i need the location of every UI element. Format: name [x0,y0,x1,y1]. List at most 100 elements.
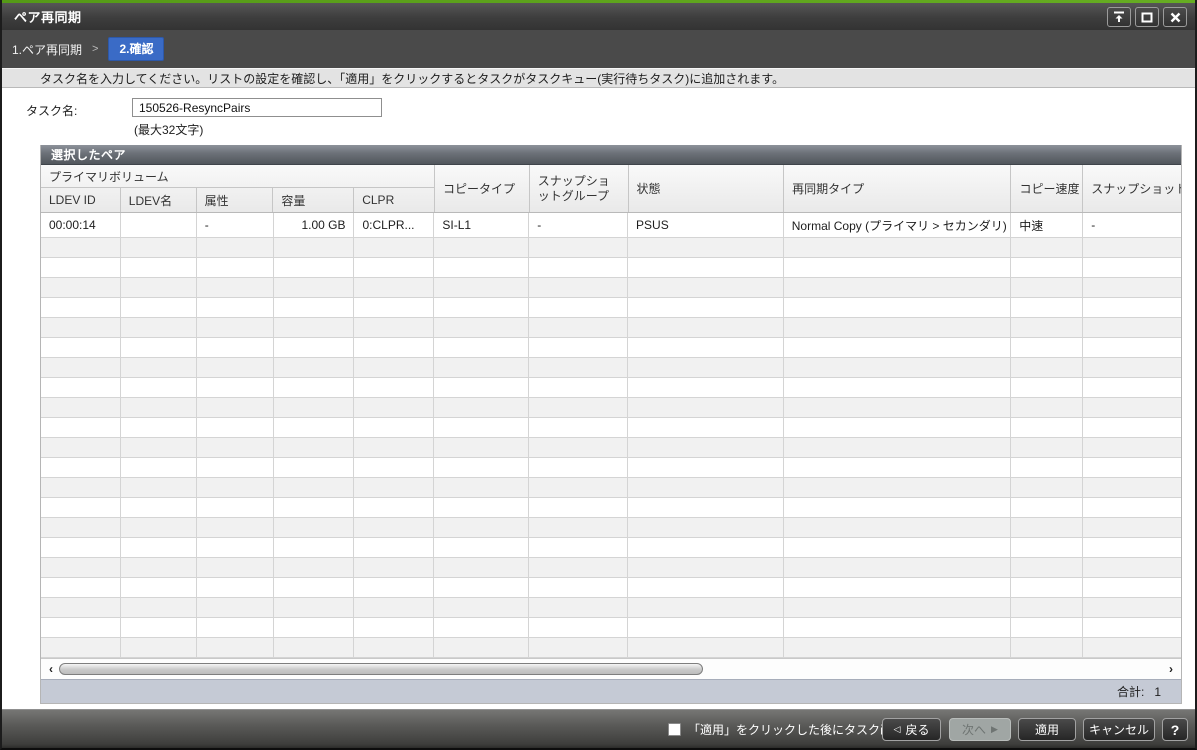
col-snapshot-group[interactable]: スナップショットグループ [530,165,629,212]
back-button-label: 戻る [905,721,929,738]
col-capacity[interactable]: 容量 [273,188,354,212]
table-cell [628,618,784,638]
col-resync-type[interactable]: 再同期タイプ [784,165,1011,212]
table-cell [41,538,121,558]
table-header: プライマリボリューム LDEV ID LDEV名 属性 容量 CLPR コピータ… [41,165,1181,212]
maximize-icon [1141,12,1153,23]
col-clpr[interactable]: CLPR [354,188,434,212]
table-cell [434,258,529,278]
table-cell [41,258,121,278]
table-cell [1083,338,1181,358]
table-cell [784,498,1012,518]
window-controls [1107,7,1187,27]
table-cell [1083,478,1181,498]
table-cell [121,278,197,298]
table-cell [1083,318,1181,338]
next-button-label: 次へ [962,721,986,738]
col-copy-type[interactable]: コピータイプ [435,165,530,212]
table-cell [784,338,1012,358]
table-cell [628,298,784,318]
table-cell [121,378,197,398]
table-cell [121,438,197,458]
table-cell [529,598,628,618]
table-cell [1083,238,1181,258]
table-cell [354,278,434,298]
table-cell [121,318,197,338]
table-cell [274,278,355,298]
table-cell [1011,438,1083,458]
col-snapshot-time[interactable]: スナップショット取得時刻 [1083,165,1181,212]
scrollbar-thumb[interactable] [59,663,703,675]
task-name-max-hint: (最大32文字) [134,121,203,138]
task-name-input[interactable] [132,98,382,117]
table-cell [274,558,355,578]
table-cell [197,538,274,558]
table-cell [1011,358,1083,378]
table-row [41,598,1181,618]
popout-button[interactable] [1107,7,1131,27]
table-cell [529,638,628,658]
table-cell: Normal Copy (プライマリ > セカンダリ) [784,213,1012,238]
table-cell [274,598,355,618]
table-row [41,478,1181,498]
popout-icon [1113,11,1125,23]
table-row [41,278,1181,298]
horizontal-scrollbar[interactable]: ‹ › [41,658,1181,679]
table-cell [529,478,628,498]
table-cell [274,298,355,318]
dialog-title: ペア再同期 [2,7,82,26]
cancel-button[interactable]: キャンセル [1083,718,1155,741]
table-cell [41,598,121,618]
table-cell [121,538,197,558]
show-task-screen-checkbox[interactable] [668,723,681,736]
step-1-pair-resync[interactable]: 1.ペア再同期 [12,41,82,58]
table-cell [1011,238,1083,258]
col-copy-pace[interactable]: コピー速度 [1011,165,1083,212]
col-attribute[interactable]: 属性 [197,188,274,212]
table-cell [529,498,628,518]
table-cell [529,578,628,598]
table-row [41,458,1181,478]
table-cell [1083,378,1181,398]
help-button[interactable]: ? [1162,718,1188,741]
back-button[interactable]: ◁ 戻る [882,718,941,741]
table-cell [274,578,355,598]
table-cell [354,578,434,598]
table-cell [41,318,121,338]
col-ldev-name[interactable]: LDEV名 [121,188,197,212]
table-cell [274,318,355,338]
table-row[interactable]: 00:00:14-1.00 GB0:CLPR...SI-L1-PSUSNorma… [41,213,1181,238]
table-cell [784,358,1012,378]
col-ldev-id[interactable]: LDEV ID [41,188,121,212]
table-cell [354,358,434,378]
table-cell: 1.00 GB [274,213,355,238]
table-cell [529,518,628,538]
table-cell [197,618,274,638]
table-cell [1083,578,1181,598]
scroll-right-arrow[interactable]: › [1165,662,1177,676]
apply-button[interactable]: 適用 [1018,718,1076,741]
table-cell [784,298,1012,318]
table-cell [197,358,274,378]
table-row [41,398,1181,418]
table-cell [121,338,197,358]
table-cell [1083,458,1181,478]
table-cell [121,558,197,578]
maximize-button[interactable] [1135,7,1159,27]
table-cell: - [197,213,274,238]
table-cell [434,438,529,458]
table-cell [121,598,197,618]
table-cell [121,358,197,378]
col-status[interactable]: 状態 [629,165,785,212]
table-cell [628,358,784,378]
instruction-bar: タスク名を入力してください。リストの設定を確認し、「適用」をクリックするとタスク… [2,68,1195,88]
table-cell [529,418,628,438]
close-button[interactable] [1163,7,1187,27]
table-cell [121,398,197,418]
total-bar: 合計: 1 [41,679,1181,703]
table-cell [354,458,434,478]
scroll-left-arrow[interactable]: ‹ [45,662,57,676]
table-cell: 0:CLPR... [354,213,434,238]
table-cell [434,278,529,298]
task-name-label: タスク名: [26,102,77,119]
